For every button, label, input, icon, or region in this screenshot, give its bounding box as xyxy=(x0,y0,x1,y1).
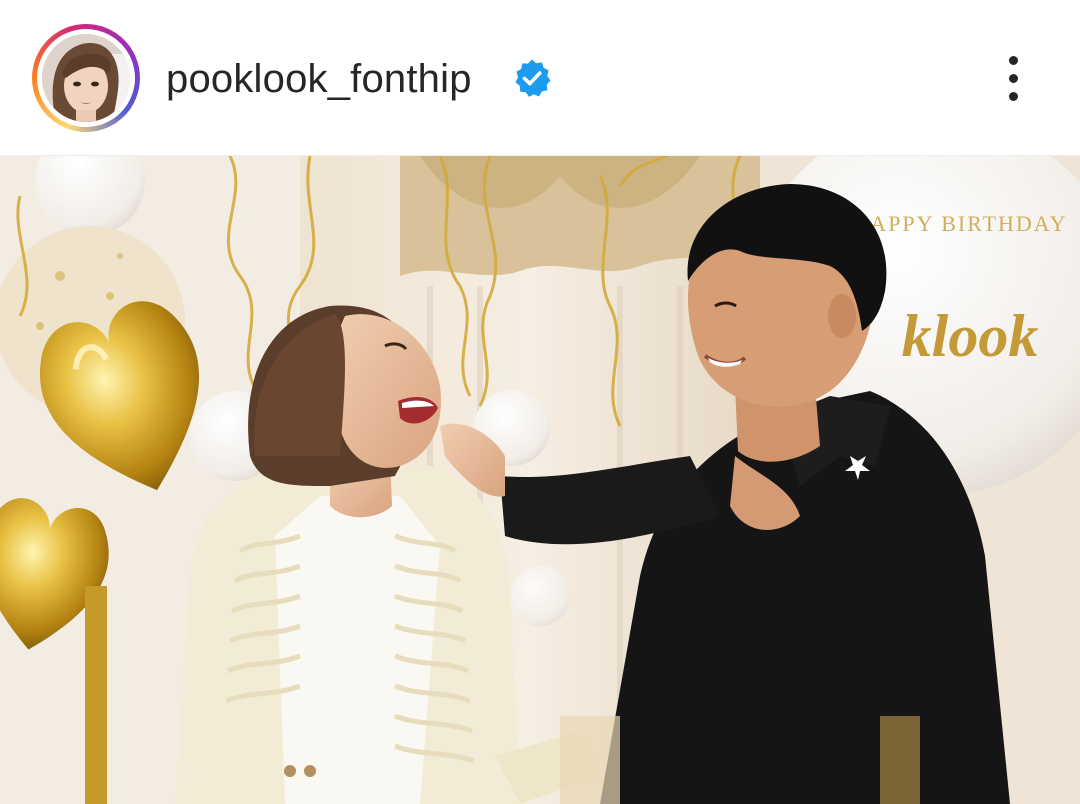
instagram-post: pooklook_fonthip HAPPY BIRTHDAY klook xyxy=(0,0,1080,804)
balloon-text-top: HAPPY BIRTHDAY xyxy=(852,211,1067,236)
more-options-button[interactable] xyxy=(994,52,1034,106)
profile-photo-icon xyxy=(42,34,130,122)
verified-badge-icon xyxy=(515,59,551,97)
balloon-text-script: klook xyxy=(902,303,1039,369)
post-header: pooklook_fonthip xyxy=(0,0,1080,156)
party-photo: HAPPY BIRTHDAY klook xyxy=(0,156,1080,804)
username-link[interactable]: pooklook_fonthip xyxy=(166,56,472,102)
avatar[interactable] xyxy=(42,34,130,122)
more-options-icon xyxy=(1009,56,1018,65)
post-photo[interactable]: HAPPY BIRTHDAY klook xyxy=(0,156,1080,804)
story-ring[interactable] xyxy=(32,24,140,132)
